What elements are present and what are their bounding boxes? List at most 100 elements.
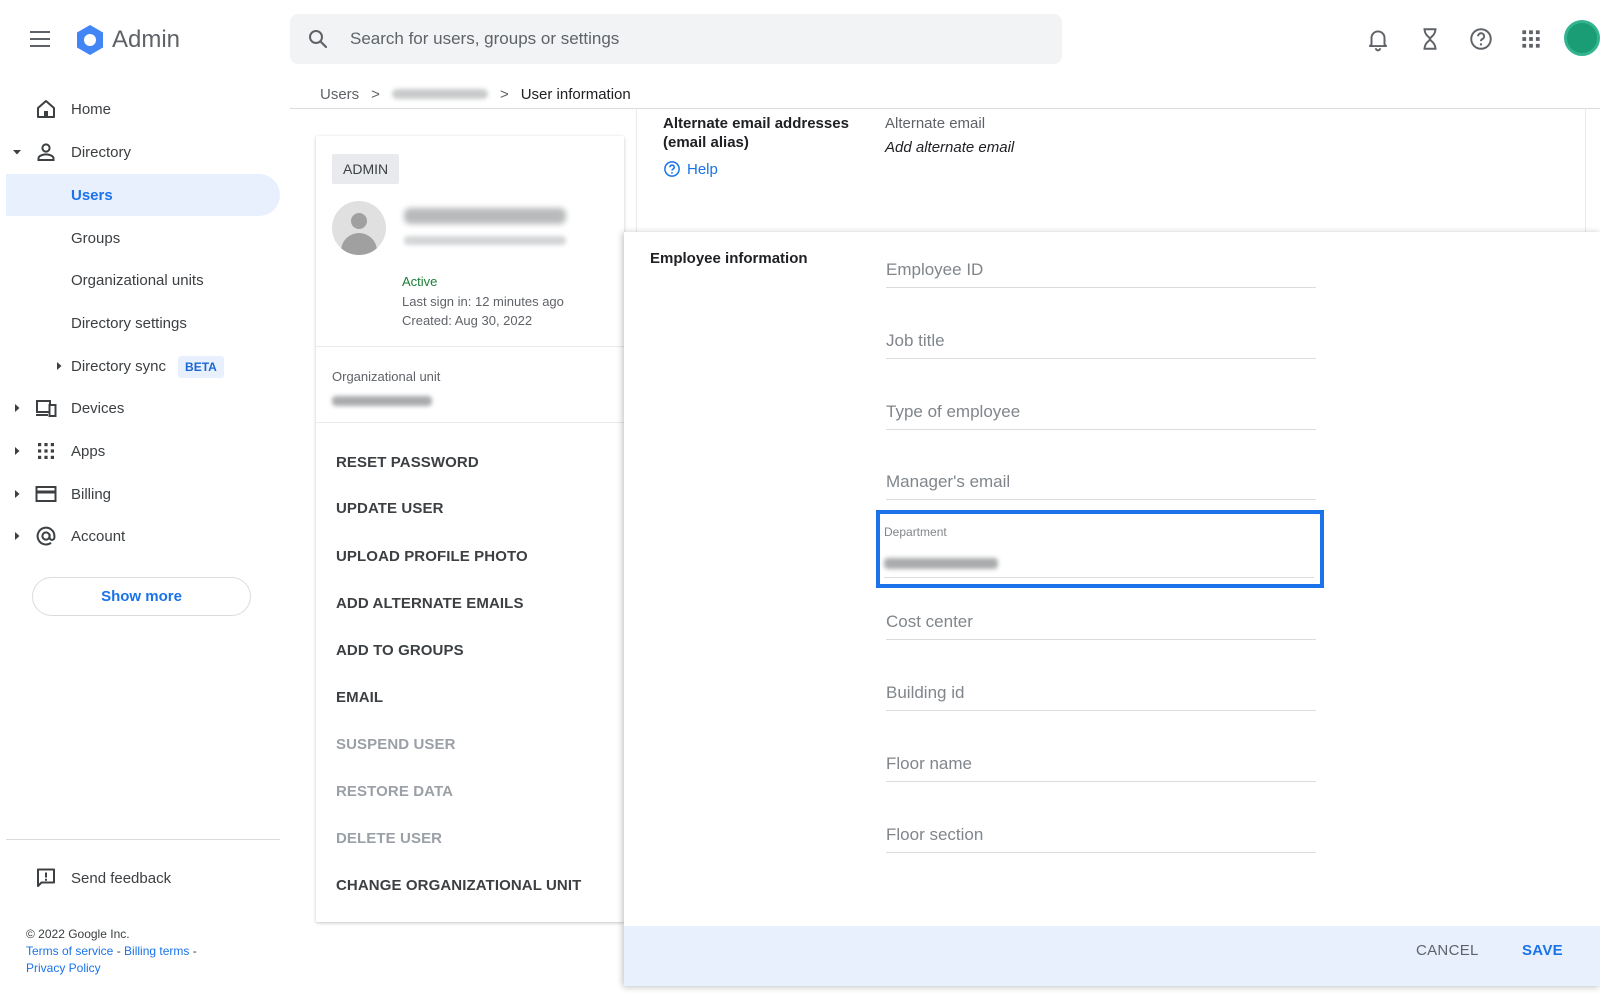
caret-right-icon[interactable]: [12, 403, 22, 413]
email-button[interactable]: EMAIL: [336, 689, 383, 706]
sidebar-item-label: Home: [71, 100, 112, 118]
add-to-groups-button[interactable]: ADD TO GROUPS: [336, 642, 464, 659]
breadcrumb-current: User information: [520, 85, 631, 103]
sidebar-item-directory-settings[interactable]: Directory settings: [0, 302, 280, 344]
help-icon[interactable]: [1468, 26, 1494, 52]
sidebar-item-label-wrap: Directory sync BETA: [71, 355, 224, 378]
sidebar-item-label: Account: [71, 527, 126, 545]
save-button[interactable]: SAVE: [1522, 942, 1563, 959]
breadcrumb-users-link[interactable]: Users: [320, 86, 359, 103]
cancel-button[interactable]: CANCEL: [1416, 942, 1479, 959]
top-app-bar: Admin: [0, 0, 1600, 76]
caret-right-icon[interactable]: [12, 489, 22, 499]
manager-email-input[interactable]: [886, 466, 1316, 498]
send-feedback-button[interactable]: Send feedback: [0, 860, 280, 900]
sidebar-item-label: Groups: [71, 229, 121, 247]
caret-right-icon[interactable]: [54, 361, 64, 371]
avatar-body-shape: [341, 233, 377, 255]
sidebar-item-label: Directory sync: [71, 357, 167, 375]
person-icon: [37, 143, 55, 161]
avatar-head-shape: [351, 213, 367, 229]
add-alternate-emails-button[interactable]: ADD ALTERNATE EMAILS: [336, 595, 524, 612]
cost-center-input[interactable]: [886, 606, 1316, 638]
at-sign-icon: [36, 526, 56, 546]
sidebar-item-billing[interactable]: Billing: [0, 473, 280, 515]
search-bar[interactable]: [290, 14, 1062, 64]
job-title-input[interactable]: [886, 325, 1316, 357]
sidebar-item-directory-sync[interactable]: Directory sync BETA: [0, 345, 280, 387]
sidebar-item-devices[interactable]: Devices: [0, 387, 280, 429]
department-field[interactable]: Department: [884, 520, 1314, 578]
menu-icon[interactable]: [30, 28, 54, 48]
copyright-text: © 2022 Google Inc.: [26, 927, 130, 941]
breadcrumb: Users > > User information: [320, 82, 631, 106]
created-date: Created: Aug 30, 2022: [402, 313, 533, 328]
sidebar-item-home[interactable]: Home: [0, 88, 280, 130]
org-unit-value-redacted: [332, 396, 432, 406]
user-avatar: [332, 201, 386, 255]
sidebar-item-label: Organizational units: [71, 271, 204, 289]
sidebar-divider: [6, 839, 280, 840]
user-name-redacted: [404, 208, 566, 224]
sidebar-item-directory[interactable]: Directory: [0, 131, 280, 173]
apps-grid-icon[interactable]: [1518, 26, 1544, 52]
add-alternate-email-link[interactable]: Add alternate email: [885, 139, 1014, 156]
help-link[interactable]: Help: [663, 160, 718, 178]
delete-user-button[interactable]: DELETE USER: [336, 830, 442, 847]
caret-down-icon[interactable]: [12, 147, 22, 157]
send-feedback-label: Send feedback: [71, 870, 172, 887]
sidebar-item-apps[interactable]: Apps: [0, 430, 280, 472]
help-link-label: Help: [687, 160, 718, 178]
floor-section-field: [886, 819, 1316, 853]
employee-type-input[interactable]: [886, 396, 1316, 428]
building-id-field: [886, 677, 1316, 711]
floor-section-input[interactable]: [886, 819, 1316, 851]
employee-info-title: Employee information: [650, 250, 808, 267]
caret-right-icon[interactable]: [12, 446, 22, 456]
last-sign-in: Last sign in: 12 minutes ago: [402, 294, 564, 309]
search-input[interactable]: [350, 24, 1040, 54]
employee-id-input[interactable]: [886, 254, 1316, 286]
department-highlight: Department: [876, 510, 1324, 588]
apps-icon: [38, 443, 54, 459]
user-email-redacted: [404, 236, 566, 245]
sidebar-item-account[interactable]: Account: [0, 515, 280, 557]
sidebar-item-label: Devices: [71, 399, 125, 417]
caret-right-icon[interactable]: [12, 531, 22, 541]
bell-icon[interactable]: [1365, 26, 1391, 52]
user-status: Active: [402, 274, 438, 289]
beta-badge: BETA: [178, 355, 224, 378]
restore-data-button[interactable]: RESTORE DATA: [336, 783, 453, 800]
change-org-unit-button[interactable]: CHANGE ORGANIZATIONAL UNIT: [336, 877, 581, 894]
sidebar-item-groups[interactable]: Groups: [0, 217, 280, 259]
privacy-policy-link[interactable]: Privacy Policy: [26, 961, 101, 975]
suspend-user-button[interactable]: SUSPEND USER: [336, 736, 456, 753]
employee-id-field: [886, 254, 1316, 288]
user-summary-card: ADMIN Active Last sign in: 12 minutes ag…: [316, 136, 624, 922]
search-icon: [309, 30, 328, 49]
sidebar-item-label: Users: [71, 186, 113, 204]
upload-profile-photo-button[interactable]: UPLOAD PROFILE PHOTO: [336, 548, 528, 565]
job-title-field: [886, 325, 1316, 359]
building-id-input[interactable]: [886, 677, 1316, 709]
sidebar-item-organizational-units[interactable]: Organizational units: [0, 259, 280, 301]
sidebar-item-users[interactable]: Users: [6, 174, 280, 216]
sidebar-item-label: Directory: [71, 143, 132, 161]
update-user-button[interactable]: UPDATE USER: [336, 500, 444, 517]
department-label: Department: [884, 525, 947, 539]
reset-password-button[interactable]: RESET PASSWORD: [336, 454, 479, 471]
help-circle-icon: [664, 161, 680, 177]
card-divider: [316, 346, 624, 347]
manager-email-field: [886, 466, 1316, 500]
breadcrumb-user-link-redacted[interactable]: [391, 89, 488, 99]
alternate-email-label: Alternate email: [885, 115, 986, 132]
floor-name-input[interactable]: [886, 748, 1316, 780]
show-more-button[interactable]: Show more: [32, 577, 251, 616]
hourglass-icon[interactable]: [1417, 26, 1443, 52]
billing-terms-link[interactable]: Billing terms: [124, 944, 189, 958]
app-title: Admin: [112, 26, 181, 53]
admin-role-chip: ADMIN: [332, 154, 400, 184]
account-avatar[interactable]: [1564, 20, 1600, 56]
sidebar-item-label: Directory settings: [71, 314, 187, 332]
terms-of-service-link[interactable]: Terms of service: [26, 944, 113, 958]
